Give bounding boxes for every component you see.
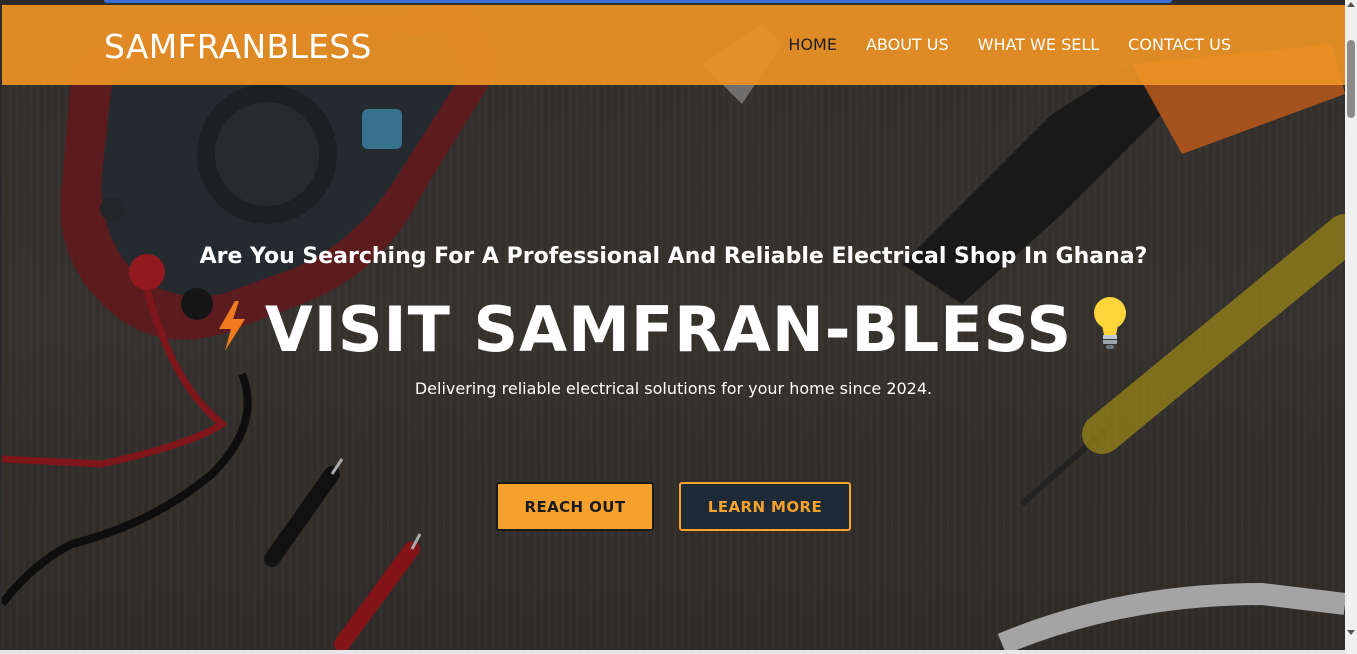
horizontal-scroll-track (0, 650, 1345, 654)
browser-focus-line (104, 0, 1172, 3)
hero-headline: VISIT SAMFRAN-BLESS (0, 293, 1347, 366)
reach-out-button[interactable]: REACH OUT (496, 482, 654, 531)
hero-headline-text: VISIT SAMFRAN-BLESS (264, 293, 1073, 366)
main-nav: HOME ABOUT US WHAT WE SELL CONTACT US (788, 35, 1231, 54)
nav-what-we-sell[interactable]: WHAT WE SELL (978, 35, 1100, 54)
brand-logo-text[interactable]: SAMFRANBLESS (104, 27, 372, 66)
nav-home[interactable]: HOME (788, 35, 837, 54)
hero-subtitle: Delivering reliable electrical solutions… (414, 379, 933, 398)
nav-contact-us[interactable]: CONTACT US (1128, 35, 1231, 54)
scroll-thumb[interactable] (1347, 40, 1355, 118)
scroll-up-icon[interactable] (1347, 2, 1355, 7)
lightning-bolt-icon (217, 293, 247, 366)
vertical-scrollbar[interactable] (1345, 0, 1357, 654)
hero-kicker: Are You Searching For A Professional And… (199, 244, 1148, 269)
top-navbar: SAMFRANBLESS HOME ABOUT US WHAT WE SELL … (2, 5, 1345, 85)
light-bulb-icon (1090, 293, 1130, 366)
nav-about-us[interactable]: ABOUT US (866, 35, 949, 54)
scroll-down-icon[interactable] (1347, 630, 1355, 635)
learn-more-button[interactable]: LEARN MORE (679, 482, 851, 531)
